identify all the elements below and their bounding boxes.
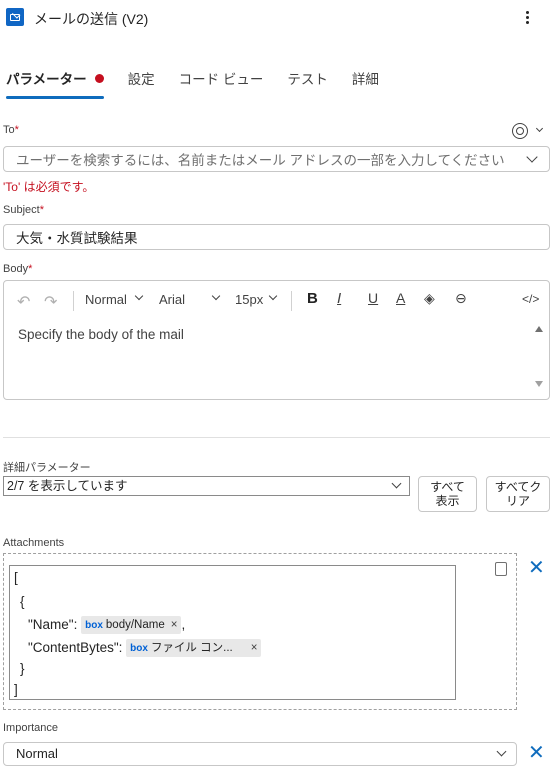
tab-settings[interactable]: 設定: [128, 64, 155, 96]
clear-all-line2: リア: [505, 494, 530, 508]
outlook-mail-icon: [6, 8, 24, 26]
section-divider: [3, 437, 550, 438]
underline-button[interactable]: U: [368, 290, 378, 306]
remove-importance-icon[interactable]: ✕: [528, 743, 545, 763]
importance-value: Normal: [16, 746, 58, 761]
to-label: To*: [3, 124, 19, 136]
scroll-down-arrow-icon[interactable]: [535, 381, 543, 387]
clear-all-button[interactable]: すべてク リア: [486, 476, 550, 512]
toolbar-divider: [291, 291, 292, 311]
scroll-up-arrow-icon[interactable]: [535, 326, 543, 332]
importance-label: Importance: [3, 722, 59, 734]
code-name-line: "Name": box body/Name × ,: [28, 616, 185, 634]
name-suffix: ,: [181, 617, 186, 632]
redo-icon[interactable]: ↷: [44, 292, 57, 312]
remove-attachments-icon[interactable]: ✕: [528, 558, 545, 578]
importance-select[interactable]: Normal: [3, 742, 517, 766]
settings-gear-icon[interactable]: [512, 123, 528, 139]
chevron-down-icon[interactable]: [526, 151, 538, 163]
name-token-text: body/Name: [105, 619, 165, 631]
italic-button[interactable]: I: [337, 290, 341, 307]
box-logo-icon: box: [130, 643, 148, 654]
tab-bar: パラメーター 設定 コード ビュー テスト 詳細: [0, 64, 403, 100]
show-all-line2: 表示: [435, 494, 460, 508]
clear-all-line1: すべてク: [494, 480, 542, 494]
box-logo-icon: box: [85, 620, 103, 631]
advanced-params-label: 詳細パラメーター: [3, 462, 91, 474]
more-options-icon[interactable]: [519, 6, 535, 28]
font-chevron-icon[interactable]: [211, 291, 221, 301]
attachments-json-editor[interactable]: [ { "Name": box body/Name × , "ContentByte…: [9, 565, 456, 700]
font-color-button[interactable]: A: [396, 290, 405, 306]
show-all-button[interactable]: すべて 表示: [418, 476, 477, 512]
size-chevron-icon[interactable]: [268, 291, 278, 301]
style-chevron-icon[interactable]: [134, 291, 144, 301]
gear-chevron-down-icon[interactable]: [535, 124, 544, 133]
tab-parameters-label: パラメーター: [6, 72, 87, 87]
code-close-bracket: ]: [14, 682, 18, 697]
highlight-fill-icon[interactable]: ◈: [424, 290, 435, 307]
tab-details[interactable]: 詳細: [352, 64, 379, 96]
advanced-params-select[interactable]: 2/7 を表示しています: [3, 476, 410, 496]
subject-label: Subject*: [3, 204, 44, 216]
token-close-icon[interactable]: ×: [251, 642, 258, 654]
code-view-icon[interactable]: </>: [522, 292, 539, 306]
code-close-brace: }: [20, 661, 25, 676]
attachments-label: Attachments: [3, 537, 65, 549]
to-error-message: 'To' は必須です。: [3, 180, 95, 194]
content-key: "ContentBytes":: [28, 640, 123, 655]
paragraph-style-select[interactable]: Normal: [85, 292, 127, 307]
chevron-down-icon[interactable]: [496, 746, 507, 757]
name-key: "Name":: [28, 617, 78, 632]
to-placeholder: ユーザーを検索するには、名前またはメール アドレスの一部を入力してください: [16, 153, 505, 168]
content-token-text: ファイル コン...: [150, 642, 233, 654]
token-close-icon[interactable]: ×: [171, 619, 178, 631]
content-dynamic-token[interactable]: box ファイル コン... ×: [126, 639, 262, 657]
body-placeholder: Specify the body of the mail: [18, 327, 184, 342]
subject-input[interactable]: 大気・水質試験結果: [3, 224, 550, 250]
header: メールの送信 (V2): [0, 0, 551, 36]
advanced-params-value: 2/7 を表示しています: [7, 479, 128, 493]
toolbar-divider: [73, 291, 74, 311]
action-title: メールの送信 (V2): [34, 11, 149, 27]
show-all-line1: すべて: [430, 480, 465, 494]
code-content-line: "ContentBytes": box ファイル コン... ×: [28, 639, 262, 657]
delete-table-icon[interactable]: [495, 562, 507, 576]
body-label: Body*: [3, 263, 33, 275]
chevron-down-icon[interactable]: [391, 478, 402, 489]
font-family-select[interactable]: Arial: [159, 292, 185, 307]
font-size-select[interactable]: 15px: [235, 292, 263, 307]
error-dot-icon: [94, 74, 104, 83]
bold-button[interactable]: B: [307, 290, 318, 307]
editor-toolbar: ↶ ↷ Normal Arial 15px B I U A ◈ ⊖ </>: [4, 281, 549, 319]
tab-parameters[interactable]: パラメーター: [6, 64, 104, 99]
to-input[interactable]: ユーザーを検索するには、名前またはメール アドレスの一部を入力してください: [3, 146, 550, 172]
body-editor[interactable]: ↶ ↷ Normal Arial 15px B I U A ◈ ⊖ </> Sp…: [3, 280, 550, 400]
code-open-brace: {: [20, 594, 25, 609]
tab-code-view[interactable]: コード ビュー: [179, 64, 264, 96]
link-icon[interactable]: ⊖: [455, 290, 467, 307]
subject-value: 大気・水質試験結果: [16, 231, 138, 246]
code-open-bracket: [: [14, 570, 18, 585]
undo-icon[interactable]: ↶: [17, 292, 30, 312]
tab-test[interactable]: テスト: [287, 64, 328, 96]
name-dynamic-token[interactable]: box body/Name ×: [81, 616, 182, 634]
